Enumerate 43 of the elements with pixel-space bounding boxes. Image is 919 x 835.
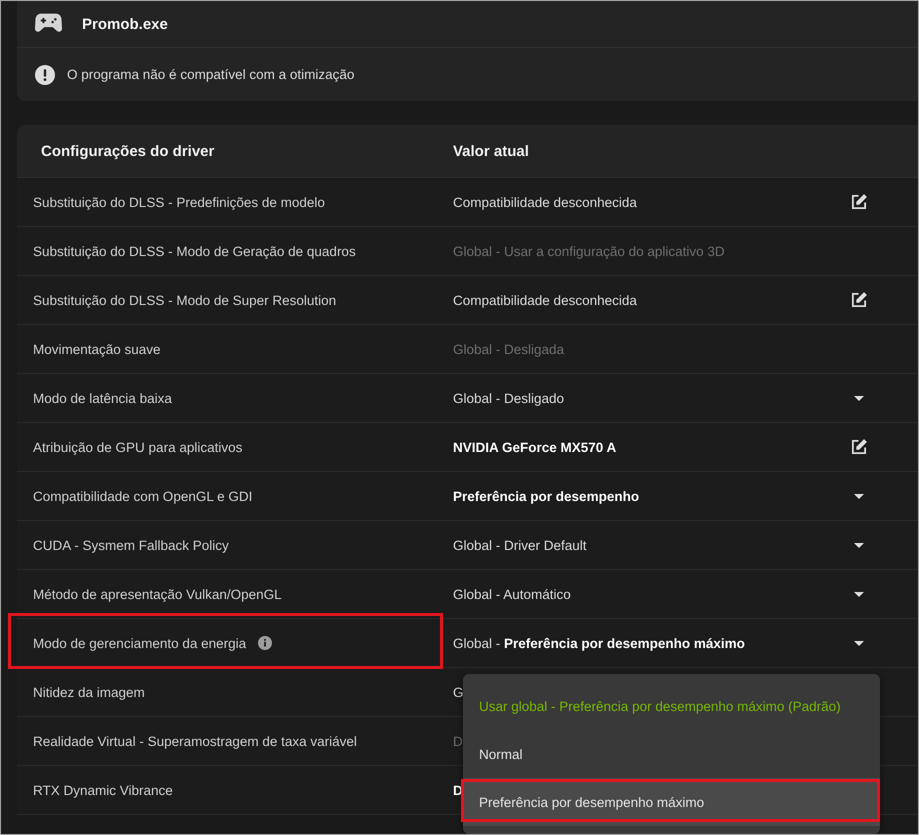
setting-value: Global - Driver Default — [453, 538, 587, 552]
caret-icon[interactable] — [854, 494, 864, 498]
info-icon[interactable] — [258, 636, 272, 650]
setting-name: CUDA - Sysmem Fallback Policy — [33, 538, 229, 552]
caret-icon[interactable] — [854, 396, 864, 400]
app-name: Promob.exe — [82, 16, 168, 32]
setting-value: D — [453, 734, 463, 748]
column-header: Configurações do driver — [41, 142, 216, 160]
setting-name: Nitidez da imagem — [33, 684, 145, 700]
dropdown-option[interactable]: Usar global - Preferência por desempenho máximo (Padrão) — [463, 682, 880, 730]
setting-value: G — [453, 684, 464, 700]
setting-name: Compatibilidade com OpenGL e GDI — [33, 488, 252, 504]
dropdown-option[interactable]: Preferência por desempenho máximo — [463, 778, 880, 826]
warning-message: O programa não é compatível com a otimização — [67, 67, 354, 82]
setting-value: Preferência por desempenho — [453, 488, 640, 504]
setting-value: NVIDIA GeForce MX570 A — [453, 440, 616, 454]
dropdown-option[interactable]: Normal — [463, 730, 880, 778]
setting-value: Global - Automático — [453, 586, 571, 602]
setting-name: Substituição do DLSS - Modo de Geração de quadros — [33, 244, 356, 258]
setting-value: Global - Preferência por desempenho máximo — [453, 636, 745, 650]
setting-value: Global - Desligada — [453, 342, 564, 356]
edit-icon[interactable] — [850, 291, 868, 309]
setting-value: Compatibilidade desconhecida — [453, 194, 637, 210]
caret-icon[interactable] — [854, 542, 864, 548]
edit-icon[interactable] — [850, 438, 868, 456]
setting-name: Atribuição de GPU para aplicativos — [33, 440, 242, 454]
setting-name: Modo de gerenciamento da energia — [33, 636, 246, 650]
setting-value: Global - Desligado — [453, 390, 564, 406]
column-header: Valor atual — [453, 142, 530, 160]
setting-name: Realidade Virtual - Superamostragem de taxa variável — [33, 734, 357, 748]
setting-name: RTX Dynamic Vibrance — [33, 782, 173, 798]
setting-value: Global - Usar a configuração do aplicativo 3D — [453, 244, 725, 258]
caret-icon[interactable] — [854, 592, 864, 596]
setting-name: Método de apresentação Vulkan/OpenGL — [33, 586, 282, 602]
setting-name: Substituição do DLSS - Modo de Super Resolution — [33, 292, 336, 308]
setting-name: Movimentação suave — [33, 342, 161, 356]
edit-icon[interactable] — [850, 193, 868, 211]
caret-icon[interactable] — [854, 640, 864, 646]
setting-name: Modo de latência baixa — [33, 390, 172, 406]
warning-icon — [35, 64, 55, 84]
setting-name: Substituição do DLSS - Predefinições de modelo — [33, 194, 325, 210]
gamepad-icon — [35, 13, 62, 33]
setting-value: Compatibilidade desconhecida — [453, 292, 637, 308]
